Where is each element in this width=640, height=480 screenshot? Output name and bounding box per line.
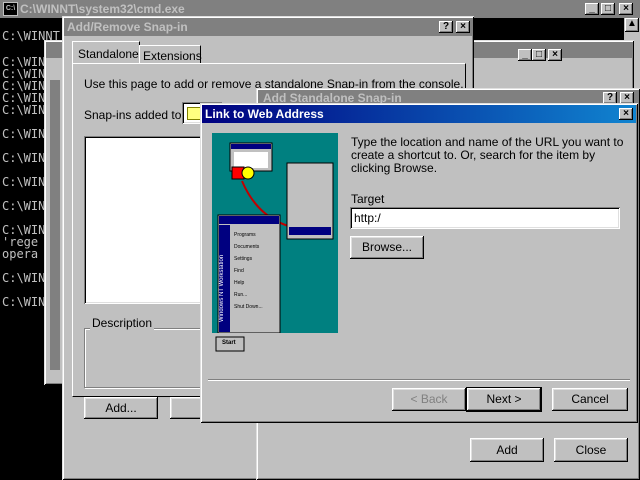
cmd-line: C:\WIN xyxy=(2,295,46,309)
start-menu-items: Programs Documents Settings Find Help Ru… xyxy=(234,229,263,313)
mmc-maximize-button[interactable]: □ xyxy=(532,49,546,61)
start-button-label: Start xyxy=(222,340,236,346)
tab-standalone-label: Standalone xyxy=(78,47,139,61)
cmd-line: C:\WIN xyxy=(2,175,46,189)
link-to-web-address-wizard: Link to Web Address × Windows NT Worksta… xyxy=(200,103,638,423)
next-button[interactable]: Next > xyxy=(466,387,542,412)
next-button-label: Next > xyxy=(486,392,522,406)
tab-extensions[interactable]: Extensions xyxy=(139,45,202,64)
os-label: Windows NT Workstation xyxy=(219,254,225,322)
target-label: Target xyxy=(351,192,385,206)
cancel-button[interactable]: Cancel xyxy=(552,388,628,411)
cmd-line: C:\WIN xyxy=(2,271,46,285)
cmd-line: C:\WIN xyxy=(2,103,46,117)
mmc-mdi-area xyxy=(50,80,60,370)
cmd-line: opera xyxy=(2,247,39,261)
cmd-title: C:\WINNT\system32\cmd.exe xyxy=(20,2,185,16)
wizard-instructions: Type the location and name of the URL yo… xyxy=(351,135,624,175)
cancel-button-label: Cancel xyxy=(571,392,609,406)
cmd-icon: C:\ xyxy=(3,2,18,16)
add-standalone-close-button-2[interactable]: Close xyxy=(554,438,628,462)
snapins-added-to-label: Snap-ins added to: xyxy=(84,108,185,122)
browse-button[interactable]: Browse... xyxy=(350,236,424,259)
target-input[interactable] xyxy=(350,207,620,229)
tab-standalone[interactable]: Standalone xyxy=(72,41,140,64)
add-remove-title-bar[interactable]: Add/Remove Snap-in xyxy=(64,18,472,36)
wizard-separator xyxy=(208,379,630,381)
add-standalone-close-label: Close xyxy=(575,443,607,457)
wizard-title-bar[interactable]: Link to Web Address xyxy=(202,105,636,123)
back-button[interactable]: < Back xyxy=(392,388,466,411)
tab-extensions-label: Extensions xyxy=(143,49,202,63)
add-remove-title: Add/Remove Snap-in xyxy=(67,20,188,34)
menu-item: Help xyxy=(234,280,245,286)
add-standalone-add-label: Add xyxy=(496,443,518,457)
cmd-close-button[interactable]: × xyxy=(619,3,633,15)
mmc-close-button[interactable]: × xyxy=(548,49,562,61)
scroll-up-arrow-icon[interactable]: ▲ xyxy=(625,18,639,32)
add-snapin-button[interactable]: Add... xyxy=(84,397,158,419)
add-snapin-button-label: Add... xyxy=(105,401,137,415)
wizard-illustration-art xyxy=(212,142,338,363)
add-standalone-add-button[interactable]: Add xyxy=(470,438,544,462)
wizard-close-button[interactable]: × xyxy=(619,108,633,120)
wizard-illustration: Windows NT Workstation Programs Document… xyxy=(212,133,338,363)
help-button[interactable]: ? xyxy=(439,21,453,33)
target-text[interactable] xyxy=(354,211,614,225)
browse-button-label: Browse... xyxy=(361,240,412,254)
menu-item: Shut Down... xyxy=(234,304,263,310)
mmc-minimize-button[interactable]: _ xyxy=(518,49,532,61)
back-button-label: < Back xyxy=(410,392,448,406)
cmd-maximize-button[interactable]: □ xyxy=(601,3,615,15)
wizard-title: Link to Web Address xyxy=(205,107,324,121)
close-button[interactable]: × xyxy=(456,21,470,33)
menu-item: Run... xyxy=(234,292,248,298)
cmd-line: C:\WIN xyxy=(2,127,46,141)
menu-item: Settings xyxy=(234,256,253,262)
cmd-line: C:\WIN xyxy=(2,151,46,165)
cmd-line: C:\WIN xyxy=(2,199,46,213)
cmd-minimize-button[interactable]: _ xyxy=(585,3,599,15)
menu-item: Find xyxy=(234,268,244,274)
description-label: Description xyxy=(90,316,155,330)
menu-item: Documents xyxy=(234,244,260,250)
menu-item: Programs xyxy=(234,232,256,238)
